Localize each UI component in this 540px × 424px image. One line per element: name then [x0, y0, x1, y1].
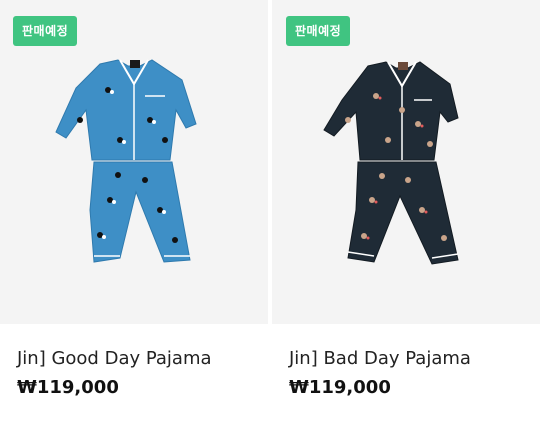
status-badge: 판매예정 [13, 16, 78, 46]
product-name[interactable]: Jin] Bad Day Pajama [289, 348, 471, 369]
product-price: ₩119,000 [17, 377, 119, 398]
pajama-image [55, 59, 197, 263]
product-card[interactable]: 판매예정 Jin] Bad Day Pajama ₩119,000 [272, 0, 540, 424]
product-image[interactable]: 판매예정 [272, 0, 540, 324]
product-name[interactable]: Jin] Good Day Pajama [17, 348, 212, 369]
product-image[interactable]: 판매예정 [0, 0, 268, 324]
product-price: ₩119,000 [289, 377, 391, 398]
product-card[interactable]: 판매예정 Jin] Good Day Pajama ₩119,000 [0, 0, 268, 424]
pajama-image [323, 61, 459, 265]
status-badge: 판매예정 [286, 16, 351, 46]
product-grid: 판매예정 Jin] Good Day Pajama ₩119,000 판매예정 … [0, 0, 540, 424]
